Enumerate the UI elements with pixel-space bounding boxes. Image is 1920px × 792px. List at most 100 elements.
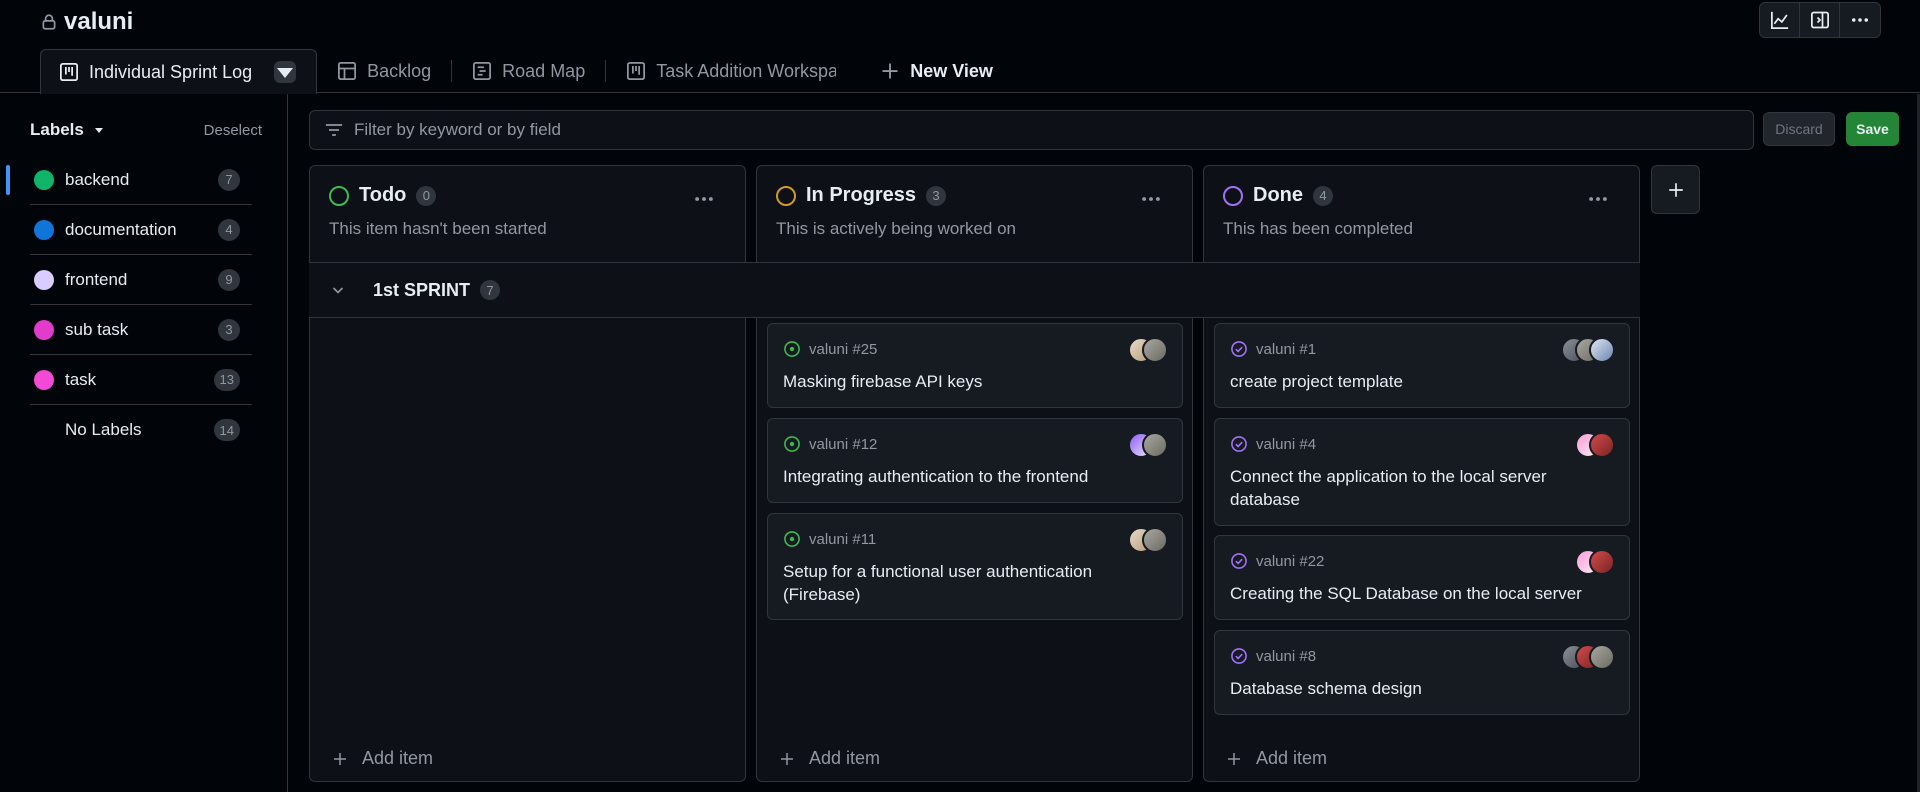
sprint-group-header[interactable]: 1st SPRINT 7: [309, 262, 1640, 318]
sprint-name: 1st SPRINT: [373, 279, 471, 300]
label-name: documentation: [65, 219, 177, 239]
avatar[interactable]: [1142, 527, 1168, 553]
issue-title[interactable]: create project template: [1230, 370, 1609, 393]
avatar[interactable]: [1142, 432, 1168, 458]
plus-icon: [781, 752, 793, 765]
avatar[interactable]: [1589, 549, 1615, 575]
tab-label: Backlog: [367, 60, 432, 81]
column-menu-button[interactable]: [1140, 188, 1162, 216]
label-color-dot: [34, 269, 54, 290]
label-item-sub-task[interactable]: sub task 3: [30, 305, 252, 355]
issue-card[interactable]: valuni #22 Creating the SQL Database on …: [1214, 535, 1630, 620]
label-count: 9: [218, 268, 240, 291]
plus-icon: [882, 63, 898, 79]
label-item-backend[interactable]: backend 7: [6, 155, 252, 205]
label-color-dot: [34, 219, 54, 240]
assignee-avatars: [1128, 432, 1168, 458]
labels-dropdown[interactable]: Labels: [30, 120, 104, 140]
tab-backlog[interactable]: Backlog: [317, 49, 451, 93]
issue-meta: valuni #12: [783, 435, 877, 453]
sprint-count: 7: [480, 280, 501, 300]
column-name: Done: [1253, 184, 1303, 206]
view-tabs: Individual Sprint Log Backlog Road Map T…: [40, 49, 1013, 94]
label-name: frontend: [65, 269, 128, 289]
chart-icon: [1770, 11, 1788, 29]
kebab-icon: [695, 197, 713, 201]
label-count: 3: [218, 318, 240, 341]
issue-ref: valuni #1: [1256, 340, 1317, 358]
labels-heading: Labels: [30, 120, 84, 139]
collapse-toggle[interactable]: [327, 279, 349, 301]
discard-button[interactable]: Discard: [1763, 112, 1835, 146]
issue-card[interactable]: valuni #8 Database schema design: [1214, 630, 1630, 715]
label-name: No Labels: [65, 420, 142, 439]
status-ring-icon: [329, 185, 349, 206]
save-button[interactable]: Save: [1846, 112, 1899, 146]
add-column-button[interactable]: [1651, 165, 1700, 214]
board-icon: [627, 62, 646, 80]
issue-card[interactable]: valuni #11 Setup for a functional user a…: [767, 513, 1183, 620]
label-color-dot: [34, 169, 54, 190]
issue-card[interactable]: valuni #4 Connect the application to the…: [1214, 418, 1630, 526]
issue-meta: valuni #4: [1230, 435, 1316, 453]
label-item-frontend[interactable]: frontend 9: [30, 255, 252, 305]
issue-meta: valuni #11: [783, 530, 876, 548]
issue-title[interactable]: Integrating authentication to the fronte…: [783, 465, 1162, 488]
issue-closed-icon: [1231, 436, 1247, 452]
column-menu-button[interactable]: [693, 188, 715, 216]
triangle-down-icon: [277, 68, 294, 78]
avatar[interactable]: [1142, 337, 1168, 363]
issue-card[interactable]: valuni #12 Integrating authentication to…: [767, 418, 1183, 503]
more-options-button[interactable]: [1840, 3, 1880, 37]
assignee-avatars: [1575, 432, 1615, 458]
insights-button[interactable]: [1760, 3, 1800, 37]
issue-title[interactable]: Creating the SQL Database on the local s…: [1230, 582, 1609, 605]
issue-card[interactable]: valuni #25 Masking firebase API keys: [767, 323, 1183, 408]
assignee-avatars: [1128, 527, 1168, 553]
label-item-no-labels[interactable]: No Labels 14: [30, 405, 252, 455]
status-ring-icon: [776, 185, 796, 206]
tab-task-addition-workspace[interactable]: Task Addition Workspac: [606, 49, 856, 93]
assignee-avatars: [1575, 549, 1615, 575]
kebab-icon: [1589, 197, 1607, 201]
assignee-avatars: [1128, 337, 1168, 363]
deselect-button[interactable]: Deselect: [204, 122, 262, 139]
issue-closed-icon: [1231, 553, 1247, 569]
avatar[interactable]: [1589, 432, 1615, 458]
column-header: In Progress 3: [776, 184, 947, 207]
board-area: Discard Save Todo 0 This item hasn't bee…: [289, 94, 1920, 792]
project-title: valuni: [40, 8, 133, 36]
add-item-button[interactable]: Add item: [332, 748, 433, 769]
selected-indicator: [6, 165, 10, 195]
add-item-button[interactable]: Add item: [779, 748, 880, 769]
issue-title[interactable]: Connect the application to the local ser…: [1230, 465, 1609, 511]
issue-ref: valuni #4: [1256, 435, 1317, 453]
label-item-task[interactable]: task 13: [30, 355, 252, 405]
issue-title[interactable]: Masking firebase API keys: [783, 370, 1162, 393]
tab-label: Individual Sprint Log: [89, 61, 253, 82]
tab-individual-sprint-log[interactable]: Individual Sprint Log: [40, 49, 318, 94]
assignee-avatars: [1561, 337, 1615, 363]
issue-ref: valuni #25: [809, 340, 878, 358]
board-icon: [60, 63, 78, 81]
issue-title[interactable]: Setup for a functional user authenticati…: [783, 560, 1162, 606]
view-options-dropdown[interactable]: [274, 61, 297, 83]
avatar[interactable]: [1589, 644, 1615, 670]
labels-sidebar: Labels Deselect backend 7 documentation …: [0, 94, 288, 792]
filter-bar: [309, 110, 1754, 150]
column-menu-button[interactable]: [1587, 188, 1609, 216]
tab-road-map[interactable]: Road Map: [452, 49, 605, 93]
new-view-button[interactable]: New View: [856, 49, 1013, 93]
label-item-documentation[interactable]: documentation 4: [30, 205, 252, 255]
filter-input[interactable]: [354, 120, 1734, 140]
labels-list: backend 7 documentation 4 frontend 9 sub…: [6, 155, 252, 455]
plus-icon: [1668, 182, 1683, 197]
add-item-button[interactable]: Add item: [1226, 748, 1327, 769]
labels-header: Labels Deselect: [30, 120, 262, 140]
filter-icon: [325, 124, 343, 136]
add-item-label: Add item: [809, 748, 881, 768]
side-panel-button[interactable]: [1800, 3, 1840, 37]
issue-card[interactable]: valuni #1 create project template: [1214, 323, 1630, 408]
avatar[interactable]: [1589, 337, 1615, 363]
issue-title[interactable]: Database schema design: [1230, 677, 1609, 700]
